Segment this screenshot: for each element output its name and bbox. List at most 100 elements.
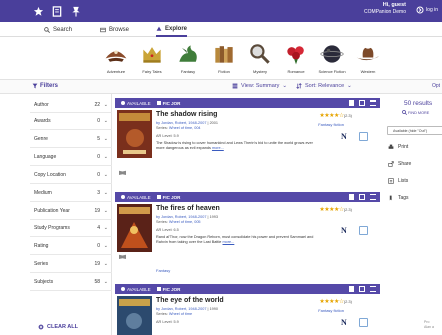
novelist-icon[interactable]: N: [341, 132, 350, 142]
share-button[interactable]: Share: [388, 161, 411, 167]
book-cover[interactable]: [117, 110, 152, 158]
list-view-icon: [232, 83, 238, 89]
view-selector[interactable]: View: Summary ⌄: [232, 83, 287, 89]
book-series: Series: Wheel of time, 005: [156, 220, 201, 224]
menu-icon[interactable]: [370, 194, 376, 200]
share-icon: [388, 161, 394, 167]
genre-link[interactable]: Fantasy fiction: [318, 122, 344, 127]
filter-rating[interactable]: Rating 0 ⌄: [34, 241, 108, 251]
print-icon: [388, 144, 394, 149]
genre-link[interactable]: Fantasy: [156, 268, 170, 273]
books-icon: [215, 46, 233, 63]
clear-all-button[interactable]: CLEAR ALL: [38, 324, 78, 330]
tab-browse[interactable]: Browse: [100, 22, 129, 37]
login-button[interactable]: log in: [416, 6, 438, 14]
availability-badge: AVAILABLE: [121, 195, 151, 200]
book-title[interactable]: The eye of the world: [156, 297, 224, 304]
availability-dot-icon: [121, 287, 125, 291]
explore-icon: [156, 26, 162, 31]
novelist-icon[interactable]: N: [341, 318, 350, 328]
results-count: 50 results: [404, 100, 433, 107]
filter-awards[interactable]: Awards 0 ⌄: [34, 116, 108, 126]
pirate-hat-icon: [105, 50, 127, 62]
availability-badge: AVAILABLE: [121, 101, 151, 106]
pin-icon[interactable]: [70, 5, 82, 17]
bookmark-icon[interactable]: [51, 5, 63, 17]
book-title[interactable]: The shadow rising: [156, 111, 217, 118]
qr-code-icon[interactable]: [359, 132, 368, 141]
call-number: FIC JOR: [156, 101, 180, 106]
ar-level: AR Level: 6.5: [156, 228, 179, 232]
result-card[interactable]: AVAILABLE FIC JOR The shadow rising by J…: [115, 98, 380, 188]
promo-text: Pro Alan a: [424, 320, 434, 329]
book-cover[interactable]: [117, 296, 152, 335]
novelist-icon[interactable]: N: [341, 226, 350, 236]
result-card[interactable]: AVAILABLE FIC JOR The eye of the world b…: [115, 284, 380, 335]
menu-icon[interactable]: [370, 286, 376, 292]
sort-icon: [296, 83, 302, 89]
bookmark-icon[interactable]: [349, 100, 354, 106]
rating-stars: ★★★★☆(2.3): [319, 113, 352, 119]
tab-explore[interactable]: Explore: [156, 22, 188, 37]
options-menu[interactable]: Opt: [432, 83, 440, 89]
tags-icon: [389, 195, 392, 201]
filter-copy-location[interactable]: Copy Location 0 ⌄: [34, 170, 108, 180]
clear-icon: [38, 324, 44, 330]
filter-genre[interactable]: Genre 5 ⌄: [34, 134, 108, 144]
filter-publication-year[interactable]: Publication Year 19 ⌄: [34, 206, 108, 216]
find-more-button[interactable]: FIND MORE: [402, 110, 429, 115]
star-badge-icon[interactable]: [32, 5, 44, 17]
filter-study-programs[interactable]: Study Programs 4 ⌄: [34, 223, 108, 233]
list-add-icon[interactable]: [359, 100, 365, 106]
book-series: Series: Wheel of time: [156, 312, 193, 316]
card-header: AVAILABLE FIC JOR: [115, 284, 380, 294]
chevron-down-icon: ⌄: [282, 83, 288, 89]
ar-level: AR Level: 5.9: [156, 320, 179, 324]
dragon-icon: [179, 45, 197, 62]
menu-icon[interactable]: [370, 100, 376, 106]
results-panel: 50 results FIND MORE Available (hide "Ou…: [382, 94, 442, 335]
print-button[interactable]: Print: [388, 144, 408, 150]
book-title[interactable]: The fires of heaven: [156, 205, 220, 212]
qr-code-icon[interactable]: [359, 226, 368, 235]
list-add-icon[interactable]: [359, 194, 365, 200]
browse-icon: [100, 27, 106, 32]
filter-series[interactable]: Series 19 ⌄: [34, 259, 108, 269]
filter-language[interactable]: Language 0 ⌄: [34, 152, 108, 162]
login-label: log in: [426, 7, 438, 13]
qr-code-icon[interactable]: [359, 318, 368, 327]
sort-selector[interactable]: Sort: Relevance ⌄: [296, 83, 352, 89]
tags-button[interactable]: Tags: [388, 195, 409, 201]
book-series: Series: Wheel of time, 004: [156, 126, 201, 130]
genre-link[interactable]: Fantasy fiction: [318, 308, 344, 313]
crown-icon: [143, 47, 161, 63]
lists-button[interactable]: Lists: [388, 178, 408, 184]
tab-search[interactable]: Search: [44, 22, 72, 37]
cowboy-hat-icon: [356, 47, 380, 61]
book-cover[interactable]: [117, 204, 152, 252]
filter-subjects[interactable]: Subjects 58 ⌄: [34, 277, 108, 287]
filter-medium[interactable]: Medium 3 ⌄: [34, 188, 108, 198]
chevron-down-icon: ⌄: [103, 190, 108, 196]
filters-toggle[interactable]: Filters: [32, 83, 58, 89]
app-window: Hi, guest COMPanion Demo log in Search B…: [0, 0, 442, 335]
availability-badge: AVAILABLE: [121, 287, 151, 292]
chevron-down-icon: ⌄: [103, 279, 108, 285]
chevron-down-icon: ⌄: [103, 225, 108, 231]
availability-select[interactable]: Available (hide "Out"): [387, 126, 442, 135]
top-bar-icons: [32, 5, 82, 17]
ar-level: AR Level: 5.9: [156, 134, 179, 138]
list-add-icon[interactable]: [359, 286, 365, 292]
planet-icon: [320, 45, 344, 63]
shelf-icon: [156, 101, 161, 105]
bookmark-icon[interactable]: [349, 286, 354, 292]
filter-author[interactable]: Author 22 ⌄: [34, 100, 108, 110]
result-card[interactable]: AVAILABLE FIC JOR The fires of heaven by…: [115, 192, 380, 280]
top-bar: Hi, guest COMPanion Demo log in: [0, 0, 442, 22]
genre-western[interactable]: Western: [346, 41, 390, 74]
shelf-icon: [156, 195, 161, 199]
bookmark-icon[interactable]: [349, 194, 354, 200]
magnifier-icon: [250, 44, 270, 64]
user-org: COMPanion Demo: [364, 9, 406, 15]
book-description: The Shadow is rising to cover humankind …: [156, 141, 313, 150]
